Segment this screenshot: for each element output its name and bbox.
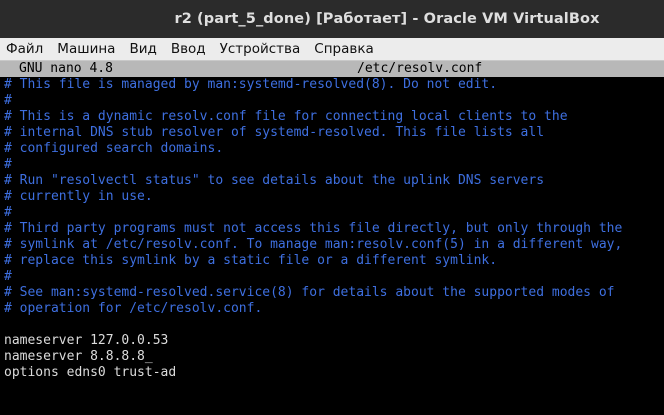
vm-terminal-screen[interactable]: GNU nano 4.8 /etc/resolv.conf # This fil… (0, 61, 664, 415)
comment-line: # (4, 93, 12, 108)
comment-line: # (4, 269, 12, 284)
comment-line: # Third party programs must not access t… (4, 221, 623, 236)
window-titlebar: r2 (part_5_done) [Работает] - Oracle VM … (0, 0, 664, 38)
menu-bar: Файл Машина Вид Ввод Устройства Справка (0, 38, 664, 61)
comment-line: # See man:systemd-resolved.service(8) fo… (4, 285, 615, 300)
comment-line: # replace this symlink by a static file … (4, 253, 498, 268)
menu-item-file[interactable]: Файл (6, 41, 43, 57)
menu-item-help[interactable]: Справка (314, 41, 373, 57)
window-title: r2 (part_5_done) [Работает] - Oracle VM … (174, 11, 600, 27)
comment-line: # configured search domains. (4, 141, 224, 156)
comment-line: # This is a dynamic resolv.conf file for… (4, 109, 568, 124)
comment-line: # This file is managed by man:systemd-re… (4, 77, 498, 92)
config-line: nameserver 127.0.0.53 (4, 333, 169, 348)
comment-line: # operation for /etc/resolv.conf. (4, 301, 263, 316)
comment-line: # internal DNS stub resolver of systemd-… (4, 125, 545, 140)
comment-line: # symlink at /etc/resolv.conf. To manage… (4, 237, 623, 252)
comment-line: # (4, 205, 12, 220)
nano-filename: /etc/resolv.conf (357, 61, 483, 76)
menu-item-devices[interactable]: Устройства (220, 41, 301, 57)
file-content[interactable]: # This file is managed by man:systemd-re… (4, 77, 622, 381)
nano-header-bar: GNU nano 4.8 /etc/resolv.conf (0, 61, 664, 77)
config-line: options edns0 trust-ad (4, 365, 177, 380)
comment-line: # (4, 157, 12, 172)
menu-item-machine[interactable]: Машина (57, 41, 115, 57)
config-line: nameserver 8.8.8.8 (4, 349, 622, 365)
nano-version: GNU nano 4.8 (19, 61, 113, 76)
menu-item-input[interactable]: Ввод (171, 41, 206, 57)
comment-line: # Run "resolvectl status" to see details… (4, 173, 545, 188)
menu-item-view[interactable]: Вид (129, 41, 156, 57)
comment-line: # currently in use. (4, 189, 153, 204)
